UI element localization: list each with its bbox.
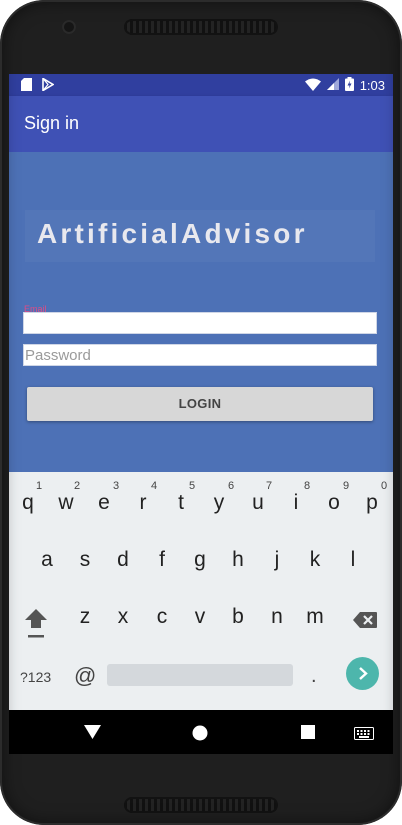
battery-icon: [344, 77, 354, 94]
go-arrow-icon: [356, 666, 370, 686]
key-r[interactable]: r: [128, 491, 158, 515]
password-field[interactable]: [23, 344, 377, 366]
key-h[interactable]: h: [223, 548, 253, 572]
cell-signal-icon: [326, 78, 339, 93]
key-q[interactable]: q: [13, 491, 43, 515]
at-key[interactable]: @: [74, 663, 96, 689]
sd-card-icon: [21, 78, 32, 96]
key-b[interactable]: b: [223, 605, 253, 629]
period-key[interactable]: .: [311, 665, 317, 688]
key-v[interactable]: v: [185, 605, 215, 629]
key-c[interactable]: c: [147, 605, 177, 629]
key-s[interactable]: s: [70, 548, 100, 572]
app-logo: ArtificialAdvisor: [25, 210, 375, 262]
key-p[interactable]: p: [357, 491, 387, 515]
phone-frame: 1:03 Sign in ArtificialAdvisor Email LOG…: [0, 0, 402, 825]
play-store-icon: [42, 77, 55, 96]
key-m[interactable]: m: [300, 605, 330, 629]
home-icon[interactable]: [192, 725, 208, 746]
screen: 1:03 Sign in ArtificialAdvisor Email LOG…: [9, 74, 393, 754]
bottom-speaker-grille: [124, 797, 278, 813]
backspace-icon[interactable]: [352, 611, 378, 634]
status-left-icons: [21, 77, 55, 96]
key-n[interactable]: n: [262, 605, 292, 629]
app-bar: Sign in: [9, 96, 393, 152]
back-icon[interactable]: [84, 725, 101, 744]
key-k[interactable]: k: [300, 548, 330, 572]
go-button[interactable]: [346, 657, 379, 690]
recents-icon[interactable]: [301, 725, 315, 744]
symbols-key[interactable]: ?123: [20, 669, 51, 685]
keyboard-switch-icon[interactable]: [354, 727, 374, 745]
key-g[interactable]: g: [185, 548, 215, 572]
wifi-icon: [304, 78, 321, 94]
key-y[interactable]: y: [204, 491, 234, 515]
key-e[interactable]: e: [89, 491, 119, 515]
login-button[interactable]: LOGIN: [27, 387, 373, 421]
space-bar[interactable]: [107, 664, 293, 686]
key-u[interactable]: u: [243, 491, 273, 515]
top-speaker-grille: [124, 19, 278, 35]
clock: 1:03: [359, 78, 385, 93]
login-content: ArtificialAdvisor Email LOGIN: [9, 152, 393, 472]
key-o[interactable]: o: [319, 491, 349, 515]
logo-text: ArtificialAdvisor: [37, 218, 308, 249]
front-camera: [62, 20, 76, 34]
key-a[interactable]: a: [32, 548, 62, 572]
key-d[interactable]: d: [108, 548, 138, 572]
key-i[interactable]: i: [281, 491, 311, 515]
key-x[interactable]: x: [108, 605, 138, 629]
key-l[interactable]: l: [338, 548, 368, 572]
key-w[interactable]: w: [51, 491, 81, 515]
soft-keyboard: 1 2 3 4 5 6 7 8 9 0 q w e r t y u i o p …: [9, 472, 393, 710]
page-title: Sign in: [24, 113, 80, 133]
key-j[interactable]: j: [262, 548, 292, 572]
key-f[interactable]: f: [147, 548, 177, 572]
nav-bar: [9, 710, 393, 754]
shift-icon[interactable]: [24, 607, 48, 644]
key-t[interactable]: t: [166, 491, 196, 515]
status-bar: 1:03: [9, 74, 393, 96]
email-field[interactable]: [23, 312, 377, 334]
status-right: 1:03: [304, 77, 385, 94]
key-z[interactable]: z: [70, 605, 100, 629]
